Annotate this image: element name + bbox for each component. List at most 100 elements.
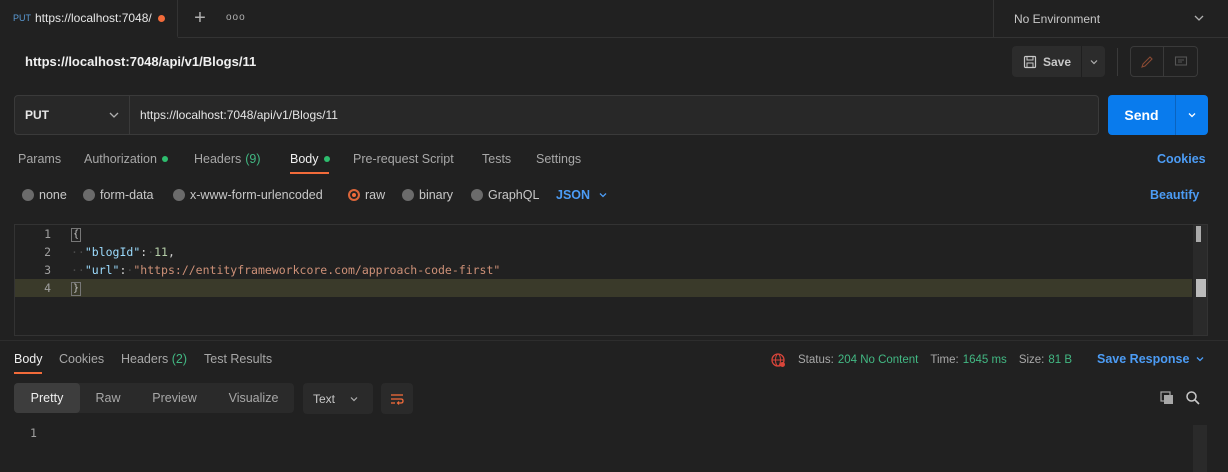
radio-form-data[interactable]: form-data — [83, 188, 154, 202]
json-value: "https://entityframeworkcore.com/approac… — [133, 263, 501, 277]
comment-icon — [1174, 55, 1187, 66]
response-scrollbar-track[interactable] — [1193, 425, 1207, 472]
tab-settings[interactable]: Settings — [536, 152, 581, 166]
wrap-lines-icon — [391, 393, 404, 405]
response-tab-body[interactable]: Body — [14, 352, 43, 366]
send-options-button[interactable] — [1176, 95, 1208, 135]
radio-circle-icon — [22, 189, 34, 201]
request-tab[interactable]: PUT https://localhost:7048/ — [0, 0, 178, 38]
json-key: "url" — [84, 263, 120, 277]
code-line: 3 ··"url":·"https://entityframeworkcore.… — [15, 261, 1192, 279]
json-key: "blogId" — [84, 245, 141, 259]
code-line-current: 4 } — [15, 279, 1192, 297]
chevron-down-icon — [1188, 113, 1196, 118]
request-title: https://localhost:7048/api/v1/Blogs/11 — [25, 54, 257, 69]
tab-body-label: Body — [290, 152, 319, 166]
cursor-marker — [1196, 279, 1206, 297]
active-indicator-icon — [161, 156, 168, 162]
radio-graphql[interactable]: GraphQL — [471, 188, 539, 202]
radio-binary[interactable]: binary — [402, 188, 453, 202]
save-button-group[interactable]: Save — [1012, 46, 1105, 77]
tab-headers[interactable]: Headers (9) — [194, 152, 261, 166]
code-line: 2 ··"blogId":·11, — [15, 243, 1192, 261]
view-pretty[interactable]: Pretty — [14, 383, 80, 413]
copy-icon[interactable] — [1159, 390, 1175, 406]
format-dropdown[interactable]: JSON — [556, 188, 608, 202]
edit-button[interactable] — [1130, 46, 1164, 77]
view-mode-selector: Pretty Raw Preview Visualize — [14, 383, 294, 413]
tab-url: https://localhost:7048/ — [35, 11, 152, 25]
url-input[interactable]: https://localhost:7048/api/v1/Blogs/11 — [130, 95, 1099, 135]
chevron-down-icon — [350, 396, 358, 401]
save-response-button[interactable]: Save Response — [1097, 352, 1205, 366]
chevron-down-icon — [599, 193, 607, 198]
headers-count: (9) — [245, 152, 261, 166]
tab-tests-label: Tests — [482, 152, 512, 166]
cookies-link[interactable]: Cookies — [1157, 152, 1206, 166]
radio-graphql-label: GraphQL — [488, 188, 540, 202]
radio-binary-label: binary — [419, 188, 454, 202]
more-options-icon[interactable]: ooo — [226, 12, 246, 23]
format-value: JSON — [556, 188, 591, 202]
status-value[interactable]: 204 No Content — [838, 354, 919, 366]
radio-none[interactable]: none — [22, 188, 67, 202]
response-format-dropdown[interactable]: Text — [303, 383, 373, 414]
method-value: PUT — [25, 108, 49, 122]
tab-tests[interactable]: Tests — [482, 152, 511, 166]
tab-method: PUT — [13, 13, 31, 23]
tab-headers-label: Headers — [194, 152, 242, 166]
view-raw[interactable]: Raw — [80, 383, 136, 413]
chevron-down-icon[interactable] — [108, 109, 120, 121]
chevron-down-icon — [1196, 357, 1204, 362]
save-options-button[interactable] — [1082, 46, 1105, 77]
time-label: Time: — [930, 354, 959, 366]
tab-prerequest-script[interactable]: Pre-request Script — [353, 152, 454, 166]
send-button[interactable]: Send — [1108, 95, 1176, 135]
save-icon — [1023, 55, 1037, 68]
status-label: Status: — [798, 354, 834, 366]
toolbar-divider — [1117, 48, 1118, 76]
radio-none-label: none — [39, 188, 67, 202]
unsaved-dot-icon — [157, 14, 165, 22]
comments-button[interactable] — [1164, 46, 1198, 77]
response-tab-headers-label: Headers — [121, 352, 169, 366]
globe-error-icon[interactable] — [770, 352, 786, 368]
active-tab-underline — [14, 372, 42, 374]
tab-authorization[interactable]: Authorization — [84, 152, 168, 166]
code-line: 1 { — [15, 225, 1192, 243]
pencil-icon — [1141, 55, 1153, 68]
panel-divider[interactable] — [0, 340, 1228, 341]
environment-label: No Environment — [1014, 12, 1101, 26]
line-number: 2 — [44, 245, 51, 259]
save-button[interactable]: Save — [1012, 46, 1082, 77]
response-tab-cookies[interactable]: Cookies — [59, 352, 104, 366]
chevron-down-icon[interactable] — [1193, 12, 1205, 24]
radio-urlencoded[interactable]: x-www-form-urlencoded — [173, 188, 323, 202]
save-response-label: Save Response — [1097, 352, 1190, 366]
time-value[interactable]: 1645 ms — [963, 354, 1007, 366]
tab-settings-label: Settings — [536, 152, 582, 166]
response-tab-test-results[interactable]: Test Results — [204, 352, 272, 366]
tab-authorization-label: Authorization — [84, 152, 157, 166]
chevron-down-icon — [1090, 59, 1097, 64]
size-value[interactable]: 81 B — [1048, 354, 1072, 366]
send-button-group[interactable]: Send — [1108, 95, 1208, 135]
url-value: https://localhost:7048/api/v1/Blogs/11 — [140, 108, 338, 122]
search-icon[interactable] — [1185, 390, 1201, 406]
tab-params-label: Params — [18, 152, 62, 166]
response-tab-headers[interactable]: Headers (2) — [121, 352, 187, 366]
view-visualize[interactable]: Visualize — [213, 383, 294, 413]
radio-raw[interactable]: raw — [348, 188, 385, 202]
wrap-lines-button[interactable] — [381, 383, 413, 414]
tab-params[interactable]: Params — [18, 152, 61, 166]
radio-circle-icon — [402, 189, 414, 201]
radio-circle-icon — [471, 189, 483, 201]
beautify-link[interactable]: Beautify — [1150, 188, 1199, 202]
new-tab-plus-icon[interactable]: + — [188, 6, 212, 30]
save-label: Save — [1043, 54, 1072, 69]
view-preview[interactable]: Preview — [136, 383, 213, 413]
editor-scrollbar-thumb[interactable] — [1196, 226, 1201, 242]
open-brace: { — [71, 228, 82, 242]
close-brace: } — [71, 282, 82, 296]
tab-body[interactable]: Body — [290, 152, 330, 166]
